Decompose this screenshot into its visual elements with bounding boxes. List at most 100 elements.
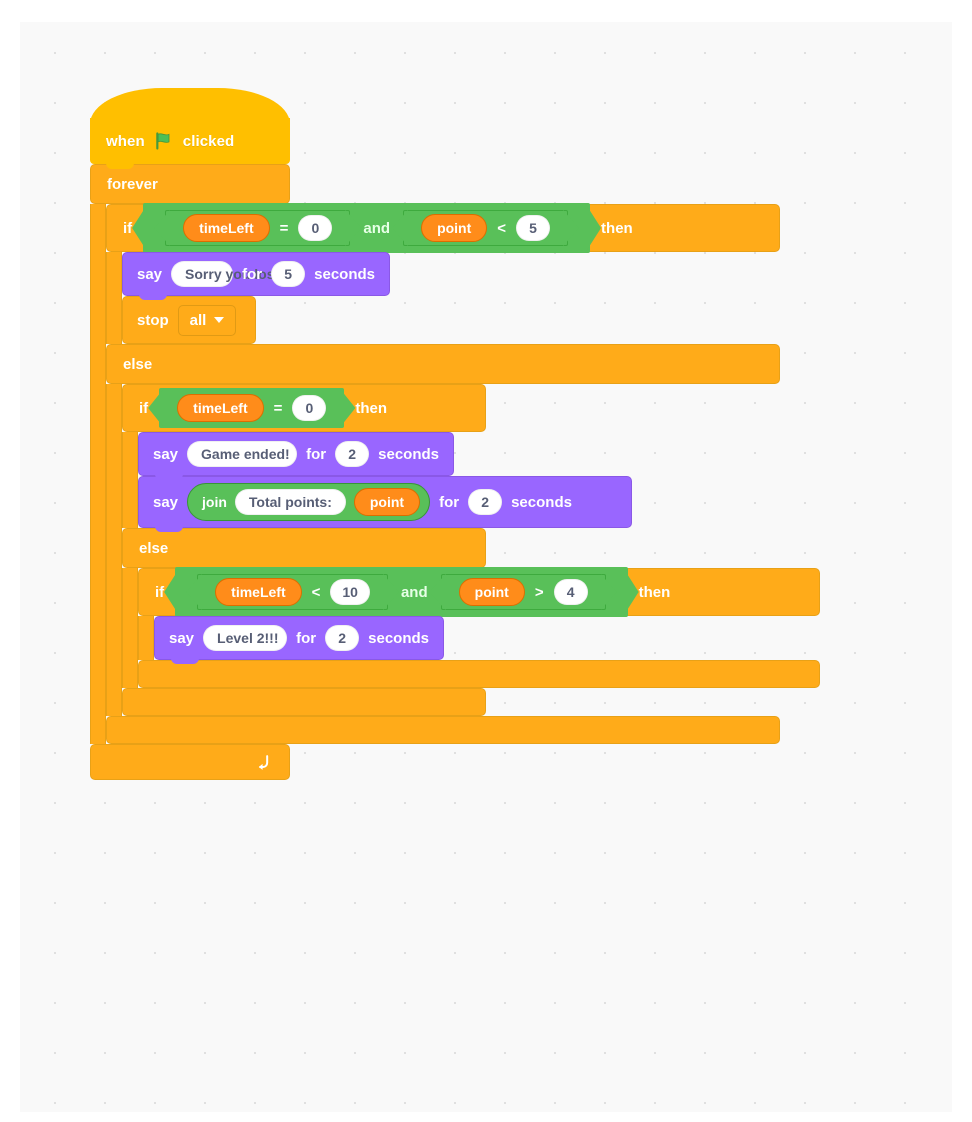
- equals-operator-block-1[interactable]: timeLeft = 0: [165, 209, 351, 247]
- say-seconds-input-2[interactable]: 2: [335, 440, 370, 468]
- operator-symbol-lessthan-1: <: [497, 219, 507, 237]
- say-join-for-seconds-block[interactable]: say join Total points: point for 2 secon…: [138, 476, 632, 532]
- block-workspace-canvas[interactable]: when clicked forever if timeLeft = 0 and…: [20, 22, 952, 1112]
- say-for-seconds-block-3[interactable]: say Level 2!!! for 2 seconds: [154, 616, 444, 664]
- block-notch: [155, 474, 183, 480]
- if2-keyword-then: then: [355, 399, 388, 417]
- if-else-block-2[interactable]: if timeLeft = 0 then say Game ended! for…: [122, 384, 820, 716]
- forever-foot: [90, 744, 290, 780]
- variable-point-join[interactable]: point: [353, 487, 421, 517]
- join-text-input[interactable]: Total points:: [234, 488, 346, 516]
- variable-point-1[interactable]: point: [421, 213, 488, 243]
- for-label-3: for: [439, 493, 460, 511]
- loop-arrow-icon: [258, 755, 269, 770]
- lessthan-operator-block-1[interactable]: point < 5: [403, 209, 569, 247]
- if-block-3[interactable]: if timeLeft < 10 and point > 4 then say …: [138, 566, 820, 688]
- value-input-2[interactable]: 5: [516, 214, 551, 242]
- if1-arm: [106, 252, 122, 344]
- if1-else-bar[interactable]: else: [106, 344, 780, 384]
- say-label-2: say: [153, 445, 179, 463]
- if1-contents: say Sorry you lost! for 5 seconds stop a…: [122, 252, 390, 344]
- for-label-4: for: [296, 629, 317, 647]
- stop-option-dropdown[interactable]: all: [177, 304, 237, 336]
- if1-else-arm: [106, 384, 122, 716]
- say-message-input-2[interactable]: Game ended!: [187, 440, 298, 468]
- join-label: join: [202, 494, 227, 510]
- value-input-4[interactable]: 10: [330, 578, 370, 606]
- operator-symbol-equals-1: =: [279, 219, 289, 237]
- forever-block[interactable]: forever if timeLeft = 0 and point < 5 th…: [90, 164, 820, 780]
- if2-contents: say Game ended! for 2 seconds say join T…: [138, 432, 632, 532]
- if3-keyword-if: if: [155, 583, 165, 601]
- if3-arm: [138, 616, 154, 660]
- if2-keyword-if: if: [139, 399, 149, 417]
- greaterthan-operator-block[interactable]: point > 4: [440, 573, 606, 611]
- if1-head[interactable]: if timeLeft = 0 and point < 5 then: [106, 202, 780, 254]
- forever-arm: [90, 204, 106, 744]
- variable-timeleft-1[interactable]: timeLeft: [183, 213, 270, 243]
- say-label-4: say: [169, 629, 195, 647]
- if2-head[interactable]: if timeLeft = 0 then: [122, 384, 486, 432]
- forever-head[interactable]: forever: [90, 164, 290, 204]
- say-for-seconds-block-1[interactable]: say Sorry you lost! for 5 seconds: [122, 252, 390, 300]
- seconds-label-4: seconds: [368, 629, 429, 647]
- say-label-1: say: [137, 265, 163, 283]
- if-else-block-1[interactable]: if timeLeft = 0 and point < 5 then say S…: [106, 202, 820, 744]
- lessthan-operator-block-2[interactable]: timeLeft < 10: [197, 573, 388, 611]
- equals-operator-block-2[interactable]: timeLeft = 0: [159, 387, 345, 429]
- say-seconds-input-3[interactable]: 2: [468, 488, 503, 516]
- if2-keyword-else: else: [139, 539, 169, 557]
- variable-timeleft-3[interactable]: timeLeft: [215, 577, 302, 607]
- if3-keyword-then: then: [638, 583, 671, 601]
- if2-arm: [122, 432, 138, 528]
- if1-keyword-if: if: [123, 219, 133, 237]
- forever-contents: if timeLeft = 0 and point < 5 then say S…: [106, 202, 820, 744]
- value-input-1[interactable]: 0: [298, 214, 333, 242]
- say-message-input-3[interactable]: Level 2!!!: [203, 624, 288, 652]
- block-notch: [139, 294, 167, 300]
- and-label-2: and: [400, 583, 428, 601]
- if2-foot: [122, 688, 486, 716]
- green-flag-icon: [156, 132, 170, 150]
- operator-symbol-lessthan-2: <: [311, 583, 321, 601]
- block-notch: [155, 526, 183, 532]
- variable-timeleft-2[interactable]: timeLeft: [177, 393, 264, 423]
- if1-keyword-then: then: [601, 219, 633, 237]
- and-label-1: and: [363, 219, 391, 237]
- say-message-input-1[interactable]: Sorry you lost!: [171, 260, 284, 288]
- forever-label: forever: [107, 175, 158, 193]
- stop-option-label: all: [189, 311, 207, 329]
- seconds-label-2: seconds: [378, 445, 439, 463]
- script-stack[interactable]: when clicked forever if timeLeft = 0 and…: [90, 88, 820, 780]
- if2-else-contents: if timeLeft < 10 and point > 4 then say …: [138, 566, 820, 688]
- if3-contents: say Level 2!!! for 2 seconds: [154, 616, 444, 664]
- for-label-1: for: [242, 265, 263, 283]
- when-label: when: [106, 132, 145, 150]
- block-notch: [171, 658, 199, 664]
- join-operator-block[interactable]: join Total points: point: [187, 482, 431, 522]
- say-for-seconds-block-2[interactable]: say Game ended! for 2 seconds: [138, 432, 454, 480]
- variable-point-2[interactable]: point: [458, 577, 525, 607]
- and-operator-block-2[interactable]: timeLeft < 10 and point > 4: [175, 566, 628, 618]
- value-input-3[interactable]: 0: [292, 394, 327, 422]
- if1-keyword-else: else: [123, 355, 153, 373]
- if2-else-bar[interactable]: else: [122, 528, 486, 568]
- clicked-label: clicked: [182, 132, 235, 150]
- when-green-flag-clicked-block[interactable]: when clicked: [90, 88, 290, 169]
- if3-head[interactable]: if timeLeft < 10 and point > 4 then: [138, 566, 820, 618]
- if1-foot: [106, 716, 780, 744]
- seconds-label-3: seconds: [511, 493, 572, 511]
- value-input-5[interactable]: 4: [553, 578, 588, 606]
- say-seconds-input-4[interactable]: 2: [325, 624, 360, 652]
- for-label-2: for: [306, 445, 327, 463]
- seconds-label-1: seconds: [314, 265, 375, 283]
- chevron-down-icon: [214, 317, 225, 323]
- operator-symbol-greaterthan: >: [534, 583, 544, 601]
- and-operator-block-1[interactable]: timeLeft = 0 and point < 5: [143, 202, 591, 254]
- stop-label: stop: [137, 311, 169, 329]
- say-seconds-input-1[interactable]: 5: [271, 260, 306, 288]
- if3-foot: [138, 660, 820, 688]
- stop-block-1[interactable]: stop all: [122, 296, 256, 344]
- if2-else-arm: [122, 568, 138, 688]
- if1-else-contents: if timeLeft = 0 then say Game ended! for…: [122, 384, 820, 716]
